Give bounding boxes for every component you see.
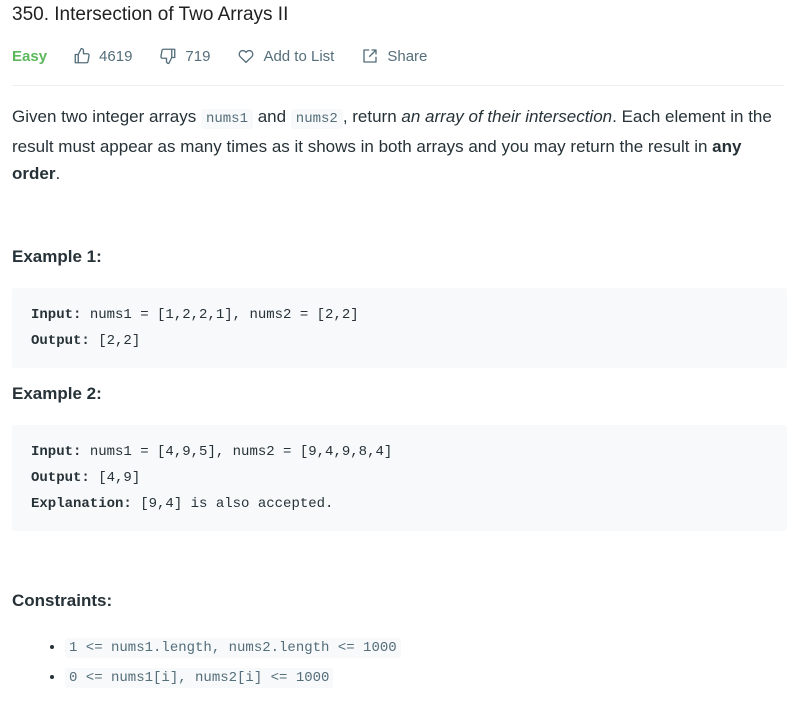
- like-count: 4619: [99, 47, 133, 65]
- add-to-list-button[interactable]: Add to List: [237, 47, 334, 65]
- description-text: and: [252, 107, 291, 126]
- input-value: nums1 = [1,2,2,1], nums2 = [2,2]: [81, 307, 359, 323]
- input-value: nums1 = [4,9,5], nums2 = [9,4,9,8,4]: [81, 444, 393, 460]
- problem-title: 350. Intersection of Two Arrays II: [12, 4, 289, 25]
- input-label: Input:: [31, 444, 82, 460]
- example-2-heading: Example 2:: [12, 384, 102, 403]
- constraint-item: 1 <= nums1.length, nums2.length <= 1000: [65, 632, 401, 662]
- example-2-block: Input: nums1 = [4,9,5], nums2 = [9,4,9,8…: [12, 425, 787, 531]
- constraints-heading: Constraints:: [12, 591, 113, 610]
- add-to-list-label: Add to List: [263, 47, 335, 65]
- output-value: [4,9]: [89, 470, 141, 486]
- example-1-heading: Example 1:: [12, 247, 102, 266]
- heart-icon: [239, 49, 254, 64]
- explanation-value: [9,4] is also accepted.: [131, 496, 334, 512]
- problem-description: Given two integer arrays nums1 and nums2…: [12, 103, 784, 187]
- thumbs-down-icon: [160, 48, 176, 65]
- description-emphasis: an array of their intersection: [401, 107, 613, 126]
- constraint-code: 0 <= nums1[i], nums2[i] <= 1000: [65, 668, 334, 688]
- description-text: .: [55, 164, 61, 183]
- share-button[interactable]: Share: [361, 47, 427, 65]
- code-nums1: nums1: [200, 109, 253, 129]
- thumbs-up-icon: [74, 47, 90, 64]
- share-label: Share: [387, 47, 428, 65]
- description-text: , return: [342, 107, 402, 126]
- explanation-label: Explanation:: [31, 496, 132, 512]
- dislike-button[interactable]: 719: [159, 47, 210, 65]
- like-button[interactable]: 4619: [73, 47, 132, 65]
- problem-meta-bar: Easy 4619 719 Add to List Share: [12, 45, 454, 67]
- constraint-code: 1 <= nums1.length, nums2.length <= 1000: [65, 638, 401, 658]
- constraints-list: 1 <= nums1.length, nums2.length <= 1000 …: [12, 632, 401, 692]
- problem-page: 350. Intersection of Two Arrays II Easy …: [0, 0, 796, 707]
- header-divider: [12, 85, 784, 86]
- input-label: Input:: [31, 307, 82, 323]
- difficulty-label: Easy: [12, 47, 48, 65]
- output-label: Output:: [31, 333, 90, 349]
- code-nums2: nums2: [290, 109, 343, 129]
- constraint-item: 0 <= nums1[i], nums2[i] <= 1000: [65, 662, 401, 692]
- dislike-count: 719: [185, 47, 211, 65]
- example-1-block: Input: nums1 = [1,2,2,1], nums2 = [2,2] O…: [12, 288, 787, 368]
- description-text: Given two integer arrays: [12, 107, 201, 126]
- output-value: [2,2]: [89, 333, 141, 349]
- share-icon: [363, 49, 378, 63]
- output-label: Output:: [31, 470, 90, 486]
